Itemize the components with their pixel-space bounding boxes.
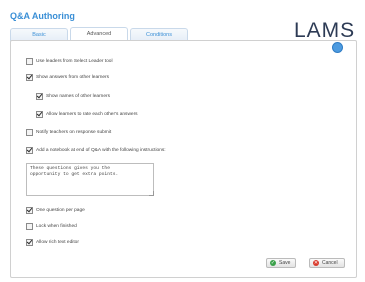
rich-text-label: Allow rich text editor [36, 240, 79, 245]
use-leaders-label: Use leaders from Select Leader tool [36, 59, 113, 64]
show-answers-option[interactable]: Show answers from other learners [26, 74, 109, 81]
use-leaders-checkbox[interactable] [26, 58, 33, 65]
rich-text-option[interactable]: Allow rich text editor [26, 239, 79, 246]
cancel-x-icon: ✕ [313, 260, 319, 266]
tab-bar: Basic Advanced Conditions [10, 27, 355, 41]
cancel-label: Cancel [322, 260, 338, 266]
help-icon[interactable] [332, 42, 343, 53]
one-question-checkbox[interactable] [26, 207, 33, 214]
lock-finished-checkbox[interactable] [26, 223, 33, 230]
use-leaders-option[interactable]: Use leaders from Select Leader tool [26, 58, 113, 65]
add-notebook-label: Add a notebook at end of Q&A with the fo… [36, 148, 166, 153]
one-question-label: One question per page [36, 208, 85, 213]
notify-teachers-option[interactable]: Notify teachers on response submit [26, 129, 111, 136]
allow-rate-label: Allow learners to rate each other's answ… [46, 112, 138, 117]
show-answers-label: Show answers from other learners [36, 75, 110, 80]
show-names-checkbox[interactable] [36, 93, 43, 100]
show-names-option[interactable]: Show names of other learners [36, 93, 110, 100]
allow-rate-option[interactable]: Allow learners to rate each other's answ… [36, 111, 138, 118]
notify-teachers-label: Notify teachers on response submit [36, 130, 112, 135]
app-title: Q&A Authoring [10, 11, 75, 21]
tab-advanced[interactable]: Advanced [70, 27, 128, 41]
cancel-button[interactable]: ✕ Cancel [309, 258, 345, 268]
save-label: Save [279, 260, 291, 266]
show-names-label: Show names of other learners [46, 94, 110, 99]
show-answers-checkbox[interactable] [26, 74, 33, 81]
allow-rate-checkbox[interactable] [36, 111, 43, 118]
save-check-icon: ✓ [270, 260, 276, 266]
one-question-option[interactable]: One question per page [26, 207, 85, 214]
resize-grip-icon[interactable] [149, 191, 154, 196]
lock-finished-label: Lock when finished [36, 224, 77, 229]
rich-text-checkbox[interactable] [26, 239, 33, 246]
notify-teachers-checkbox[interactable] [26, 129, 33, 136]
add-notebook-option[interactable]: Add a notebook at end of Q&A with the fo… [26, 147, 166, 154]
save-button[interactable]: ✓ Save [266, 258, 296, 268]
add-notebook-checkbox[interactable] [26, 147, 33, 154]
notebook-instructions-textarea[interactable]: These questions gives you the opportunit… [26, 163, 154, 196]
lock-finished-option[interactable]: Lock when finished [26, 223, 77, 230]
